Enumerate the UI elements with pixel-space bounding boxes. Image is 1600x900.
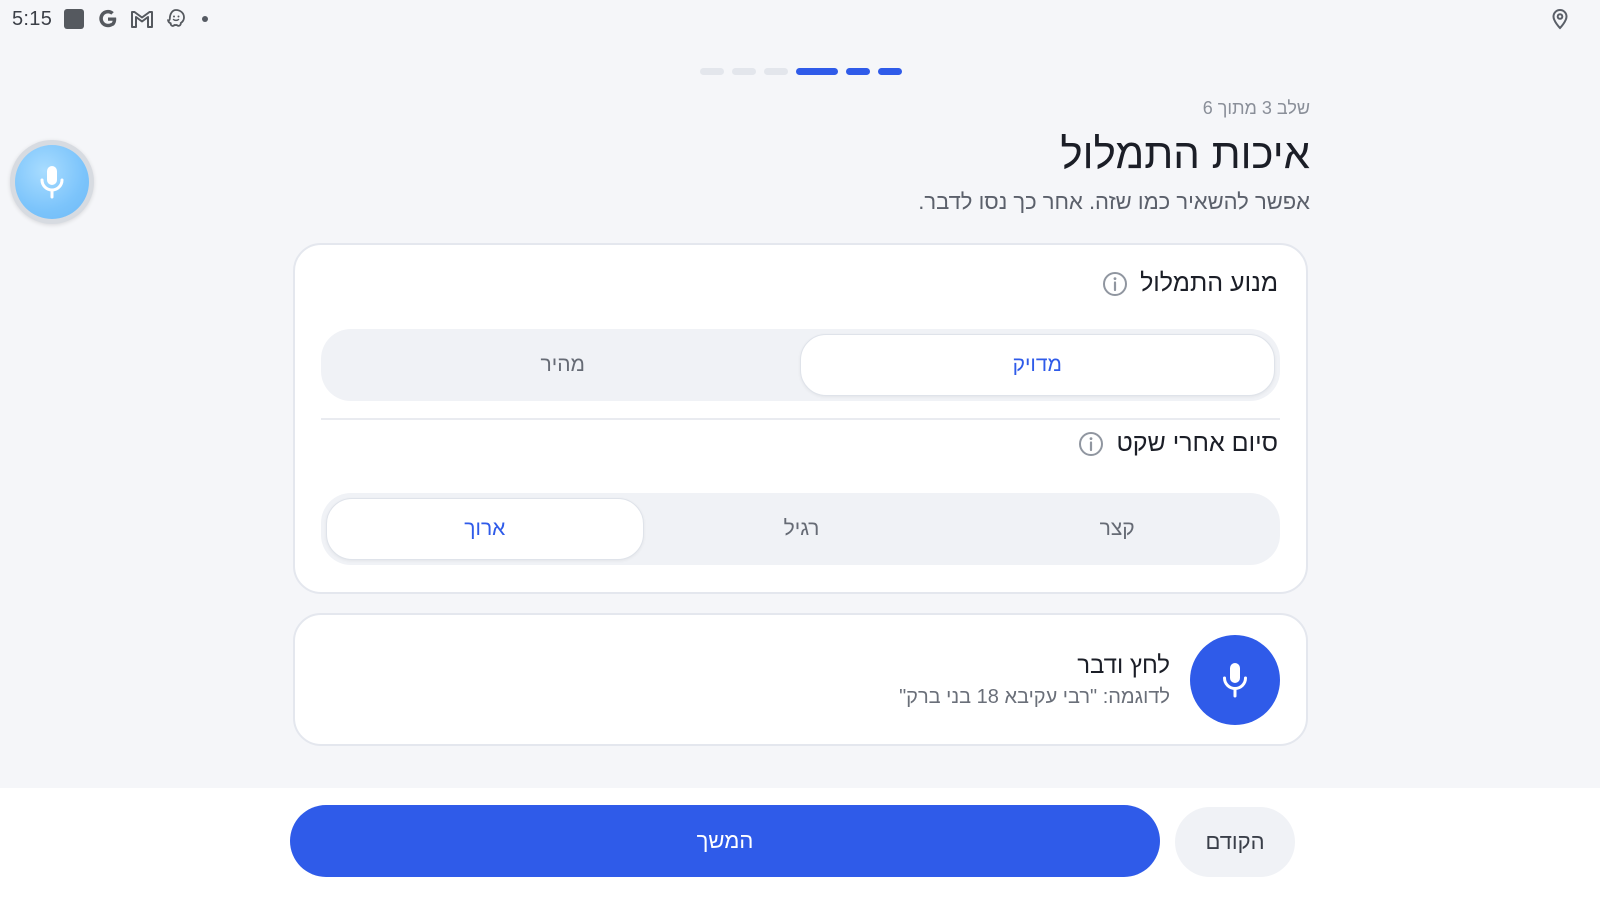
settings-card: מנוע התמלול מדויק מהיר סיום אחרי שקט קצר…	[293, 243, 1308, 594]
engine-section-header: מנוע התמלול	[1102, 269, 1278, 298]
silence-option-long[interactable]: ארוך	[325, 498, 644, 560]
step-segment-2	[846, 68, 870, 75]
footer-bar: המשך הקודם	[0, 788, 1600, 900]
back-button[interactable]: הקודם	[1175, 807, 1295, 877]
status-time: 5:15	[12, 7, 53, 30]
silence-option-short[interactable]: קצר	[959, 498, 1275, 560]
push-to-talk-hint: לדוגמה: "רבי עקיבא 18 בני ברק"	[899, 686, 1170, 708]
google-icon	[96, 7, 120, 31]
step-progress-indicator	[700, 68, 902, 75]
push-to-talk-button[interactable]	[1190, 635, 1280, 725]
waze-icon	[164, 7, 188, 31]
floating-voice-button[interactable]	[10, 140, 94, 224]
engine-info-icon[interactable]	[1102, 271, 1128, 297]
engine-option-accurate[interactable]: מדויק	[799, 334, 1275, 396]
step-segment-5	[732, 68, 756, 75]
silence-segmented-control: קצר רגיל ארוך	[321, 493, 1280, 565]
microphone-icon	[1223, 663, 1247, 698]
continue-button[interactable]: המשך	[290, 805, 1160, 877]
push-to-talk-texts: לחץ ודבר לדוגמה: "רבי עקיבא 18 בני ברק"	[899, 652, 1170, 709]
location-pin-icon	[1550, 8, 1570, 35]
silence-info-icon[interactable]	[1078, 431, 1104, 457]
step-segment-6	[700, 68, 724, 75]
status-bar-left: 5:15	[12, 7, 209, 31]
gmail-icon	[130, 7, 154, 31]
silence-option-normal[interactable]: רגיל	[644, 498, 960, 560]
square-app-icon	[62, 7, 86, 31]
status-bar: 5:15	[0, 0, 1600, 38]
step-segment-4	[764, 68, 788, 75]
silence-section-header: סיום אחרי שקט	[1078, 429, 1278, 458]
floating-voice-inner	[15, 145, 89, 219]
notification-dot-icon	[202, 16, 209, 22]
microphone-icon	[40, 166, 64, 199]
push-to-talk-card: לחץ ודבר לדוגמה: "רבי עקיבא 18 בני ברק"	[293, 613, 1308, 746]
step-segment-3	[796, 68, 838, 75]
step-label: שלב 3 מתוך 6	[1202, 98, 1310, 118]
section-divider	[321, 418, 1280, 420]
engine-segmented-control: מדויק מהיר	[321, 329, 1280, 401]
step-segment-1	[878, 68, 902, 75]
silence-section-title: סיום אחרי שקט	[1116, 429, 1278, 457]
push-to-talk-title: לחץ ודבר	[1077, 652, 1170, 679]
engine-option-fast[interactable]: מהיר	[326, 334, 800, 396]
page-title: איכות התמלול	[1060, 130, 1310, 177]
page-subtitle: אפשר להשאיר כמו שזה. אחר כך נסו לדבר.	[918, 189, 1310, 214]
engine-section-title: מנוע התמלול	[1140, 269, 1278, 297]
page-header: שלב 3 מתוך 6 איכות התמלול אפשר להשאיר כמ…	[410, 98, 1310, 215]
